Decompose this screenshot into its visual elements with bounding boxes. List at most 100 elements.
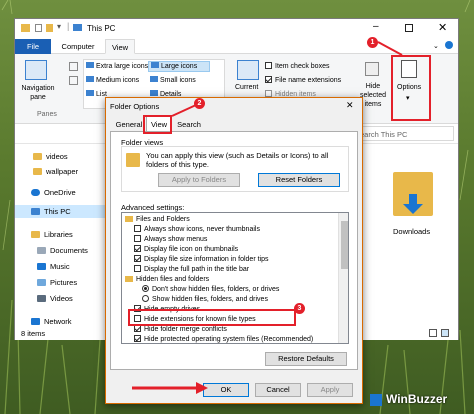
preview-pane-icon[interactable] xyxy=(69,62,78,71)
tab-general[interactable]: General xyxy=(114,116,144,131)
nav-item-music[interactable]: Music xyxy=(37,260,70,273)
nav-item-label: Videos xyxy=(50,294,73,303)
nav-item-label: Documents xyxy=(50,246,88,255)
tab-search[interactable]: Search xyxy=(174,116,204,131)
tab-view[interactable]: View xyxy=(105,39,135,54)
layout-medium-icons[interactable]: Medium icons xyxy=(86,76,139,84)
nav-item-onedrive[interactable]: OneDrive xyxy=(31,186,76,199)
folder-options-dialog: Folder Options ✕ General View Search Fol… xyxy=(105,97,363,404)
tree-item[interactable]: Display file icon on thumbnails xyxy=(134,245,238,255)
nav-item-pictures[interactable]: Pictures xyxy=(37,276,77,289)
nav-item-videos[interactable]: videos xyxy=(33,150,68,163)
layout-medium-label: Medium icons xyxy=(96,77,140,84)
checkbox[interactable] xyxy=(134,235,141,242)
apply-to-folders-button[interactable]: Apply to Folders xyxy=(158,173,240,187)
large-icons-view-icon[interactable] xyxy=(441,329,449,337)
annotation-arrow-1 xyxy=(377,41,403,56)
this-pc-icon xyxy=(73,24,82,31)
details-pane-icon[interactable] xyxy=(69,76,78,85)
annotation-box-hide-extensions xyxy=(128,309,296,326)
tree-item[interactable]: Hidden files and folders xyxy=(125,275,209,285)
maximize-button[interactable] xyxy=(405,24,413,32)
tree-item[interactable]: Don't show hidden files, folders, or dri… xyxy=(142,285,279,295)
restore-defaults-button[interactable]: Restore Defaults xyxy=(265,352,347,366)
tree-item[interactable]: Display file size information in folder … xyxy=(134,255,269,265)
item-check-boxes-option[interactable]: Item check boxes xyxy=(265,62,329,70)
watermark: WinBuzzer xyxy=(370,392,448,406)
nav-item-wallpaper[interactable]: wallpaper xyxy=(33,165,78,178)
current-view-button[interactable]: Current xyxy=(235,84,258,91)
tab-file[interactable]: File xyxy=(15,39,51,54)
current-view-icon xyxy=(237,60,259,80)
hide-selected-icon xyxy=(365,62,379,76)
layout-small-icons[interactable]: Small icons xyxy=(150,76,196,84)
tree-item[interactable]: Hide protected operating system files (R… xyxy=(134,335,313,343)
new-folder-icon[interactable] xyxy=(46,24,53,32)
explorer-titlebar: ▾ | This PC – ✕ xyxy=(15,19,458,39)
window-title: This PC xyxy=(87,24,116,33)
tree-item[interactable]: Show hidden files, folders, and drives xyxy=(142,295,268,305)
layout-extra-large-icons[interactable]: Extra large icons xyxy=(86,62,148,70)
checkbox[interactable] xyxy=(134,225,141,232)
nav-item-libraries[interactable]: Libraries xyxy=(31,228,73,241)
apply-button[interactable]: Apply xyxy=(307,383,353,397)
nav-item-this-pc[interactable]: This PC xyxy=(15,205,105,218)
quick-access-icon[interactable] xyxy=(35,24,42,32)
ribbon-expand-icon[interactable]: ⌄ xyxy=(433,42,439,50)
tree-item-label: Hidden files and folders xyxy=(136,276,210,283)
tree-item-label: Always show menus xyxy=(144,236,208,243)
layout-extra-large-label: Extra large icons xyxy=(96,63,149,70)
cancel-button[interactable]: Cancel xyxy=(255,383,301,397)
tab-computer[interactable]: Computer xyxy=(55,39,101,54)
tree-item-label: Display the full path in the title bar xyxy=(144,266,250,273)
checkbox[interactable] xyxy=(134,255,141,262)
tree-item[interactable]: Hide folder merge conflicts xyxy=(134,325,227,335)
nav-item-label: Network xyxy=(44,317,72,326)
tree-item[interactable]: Always show icons, never thumbnails xyxy=(134,225,260,235)
cloud-icon xyxy=(31,189,40,196)
folder-icon xyxy=(33,153,42,160)
downloads-item[interactable] xyxy=(393,172,433,222)
radio-button[interactable] xyxy=(142,285,149,292)
document-icon xyxy=(37,247,46,254)
details-view-icon[interactable] xyxy=(429,329,437,337)
folder-views-description: You can apply this view (such as Details… xyxy=(146,151,329,169)
folder-views-icon xyxy=(126,153,140,167)
dialog-close-button[interactable]: ✕ xyxy=(346,100,354,111)
checkbox[interactable] xyxy=(134,335,141,342)
windows-logo-icon xyxy=(370,394,382,406)
computer-icon xyxy=(31,208,40,215)
tree-item[interactable]: Files and Folders xyxy=(125,215,190,225)
pictures-icon xyxy=(37,279,46,286)
navigation-pane-button[interactable]: Navigation pane xyxy=(17,84,59,102)
nav-item-documents[interactable]: Documents xyxy=(37,244,88,257)
nav-item-label: Libraries xyxy=(44,230,73,239)
folder-views-group: You can apply this view (such as Details… xyxy=(121,146,349,192)
scrollbar-thumb[interactable] xyxy=(341,221,348,269)
layout-list[interactable]: List xyxy=(86,90,107,98)
help-icon[interactable] xyxy=(445,41,453,49)
nav-item-label: wallpaper xyxy=(46,167,79,176)
folder-icon xyxy=(21,24,30,32)
video-icon xyxy=(37,295,46,302)
checkbox[interactable] xyxy=(134,265,141,272)
watermark-text: WinBuzzer xyxy=(386,392,448,406)
downloads-label: Downloads xyxy=(393,227,431,236)
reset-folders-button[interactable]: Reset Folders xyxy=(258,173,340,187)
tree-item-label: Display file icon on thumbnails xyxy=(144,246,239,253)
checkbox[interactable] xyxy=(134,245,141,252)
tree-item[interactable]: Display the full path in the title bar xyxy=(134,265,249,275)
radio-button[interactable] xyxy=(142,295,149,302)
close-button[interactable]: ✕ xyxy=(438,21,447,34)
nav-item-videos-library[interactable]: Videos xyxy=(37,292,73,305)
tree-item-label: Don't show hidden files, folders, or dri… xyxy=(152,286,280,293)
checkbox[interactable] xyxy=(134,325,141,332)
quick-access-dropdown-icon[interactable]: ▾ xyxy=(57,22,61,31)
tree-item[interactable]: Always show menus xyxy=(134,235,207,245)
file-name-extensions-option[interactable]: File name extensions xyxy=(265,76,341,84)
tree-scrollbar[interactable] xyxy=(338,213,348,343)
layout-large-icons[interactable]: Large icons xyxy=(148,61,210,72)
minimize-button[interactable]: – xyxy=(373,21,379,32)
annotation-badge-3: 3 xyxy=(294,303,305,314)
layout-large-label: Large icons xyxy=(161,63,198,70)
